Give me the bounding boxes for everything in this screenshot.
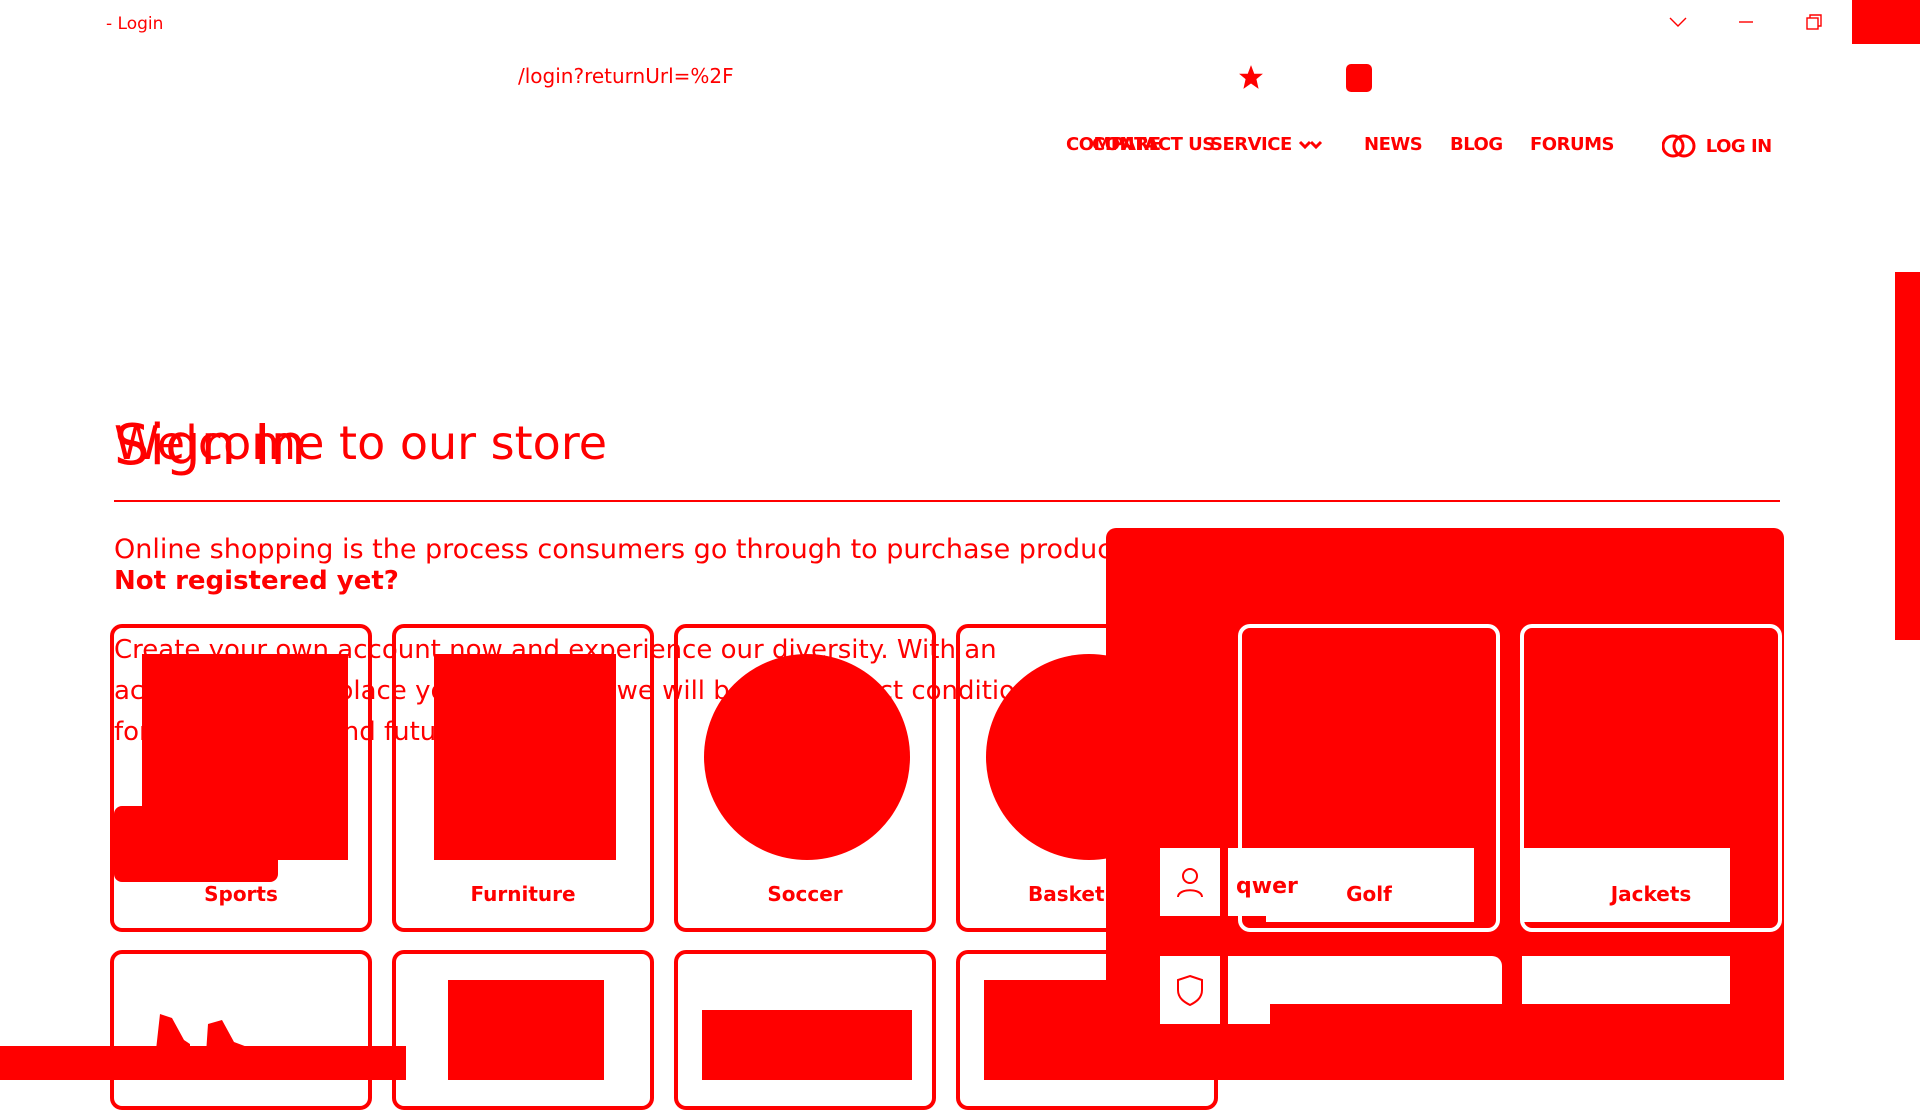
category-label: Sports [204,882,278,906]
category-image [704,654,910,860]
nav-login-label: LOG IN [1705,136,1772,157]
nav-service-label: SERVICE [1210,134,1292,155]
scrollbar[interactable] [1895,272,1920,640]
username-value: qwer [1236,874,1298,899]
close-button[interactable] [1852,0,1920,44]
minimize-button[interactable] [1712,0,1780,44]
title-prefix: - [106,14,113,34]
extension-icon[interactable] [1346,64,1372,92]
category-image [448,980,604,1080]
shield-icon [1160,956,1220,1024]
category-image [434,654,616,860]
window-title: - Login [106,14,163,34]
panel-slot [1238,956,1502,1004]
nav-service[interactable]: SERVICE [1210,134,1324,155]
register-button[interactable] [114,806,278,882]
password-icon-box [1160,956,1220,1024]
category-label: Furniture [470,882,576,906]
panel-slot [1522,956,1730,1004]
nav-news[interactable]: NEWS [1364,134,1423,155]
not-registered-heading: Not registered yet? [114,566,399,596]
category-label: Jackets [1610,882,1692,906]
minimize-icon [1739,21,1753,23]
restore-icon [1806,14,1822,30]
nav-login[interactable]: LOG IN [1661,134,1772,160]
user-glyph [1177,868,1203,898]
nav-blog[interactable]: BLOG [1450,134,1503,155]
welcome-heading: Welcome to our store [114,416,608,470]
dropdown-button[interactable] [1644,0,1712,44]
nav-forums[interactable]: FORUMS [1530,134,1614,155]
bottom-bar [0,1046,406,1080]
nav-contact-us[interactable]: CONTACT US [1092,134,1215,155]
address-url[interactable]: /login?returnUrl=%2F [518,64,734,88]
title-text: Login [117,14,164,34]
globe-icon [1661,134,1696,158]
chevron-down-icon [1298,140,1322,150]
username-icon-box [1160,848,1220,916]
star-icon[interactable] [1238,64,1264,90]
close-icon [1878,14,1894,30]
restore-button[interactable] [1780,0,1848,44]
divider [114,500,1780,502]
category-label: Soccer [767,882,843,906]
user-icon [1160,848,1220,916]
category-image [702,1010,912,1080]
chevron-down-icon [1669,17,1687,27]
shield-glyph [1177,974,1203,1006]
